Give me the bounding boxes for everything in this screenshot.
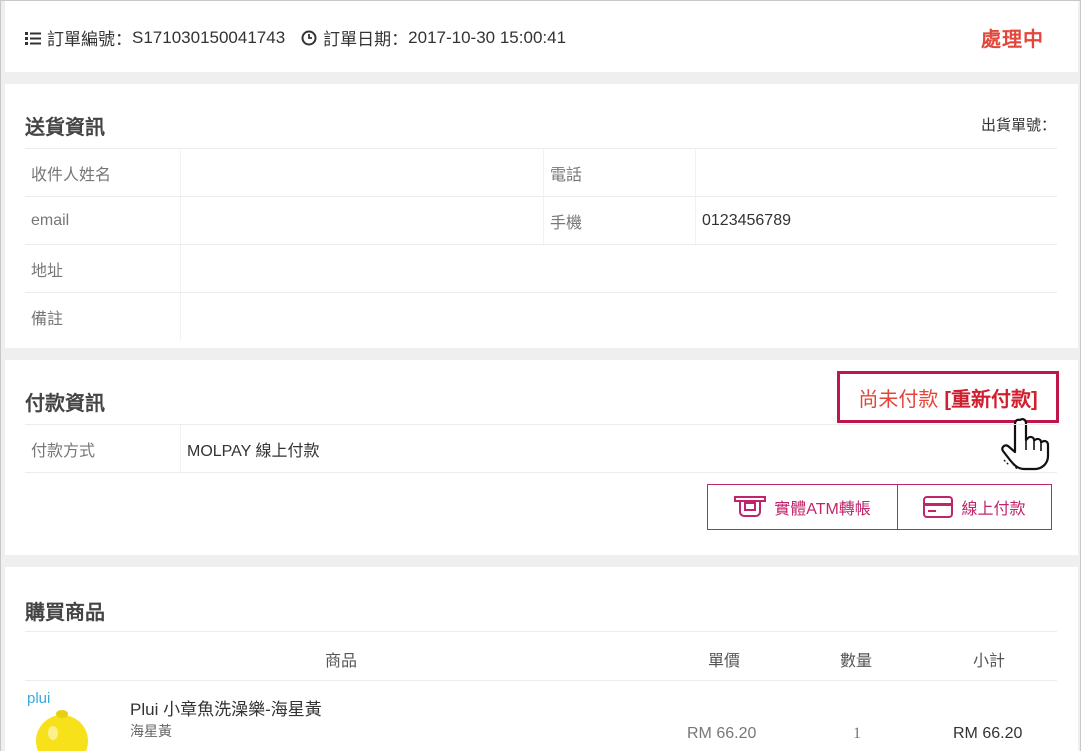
phone-label: 電話: [543, 149, 695, 196]
note-value: [180, 293, 1057, 340]
phone-value: [695, 149, 1057, 196]
payment-grid: 付款方式 MOLPAY 線上付款: [25, 424, 1057, 473]
product-name-link[interactable]: Plui 小章魚洗澡樂-海星黃: [130, 695, 322, 720]
product-quantity: 1: [853, 725, 861, 742]
items-title: 購買商品: [25, 602, 105, 624]
order-status: 處理中: [981, 29, 1044, 51]
product-thumbnail[interactable]: plui: [25, 689, 105, 751]
shipping-section: 送貨資訊 出貨單號： 收件人姓名 電話 email 手機 0123456789 …: [5, 84, 1078, 348]
items-section: 購買商品 商品 單價 數量 小計 plui Plui 小章魚洗澡樂-海星黃 海星…: [5, 567, 1078, 751]
payment-section: 付款資訊 尚未付款 [重新付款] 付款方式 MOLPAY 線上付款 實體ATM轉…: [5, 360, 1078, 555]
col-product: 商品: [325, 653, 358, 670]
order-date: 2017-10-30 15:00:41: [408, 27, 567, 47]
shipping-title: 送貨資訊: [25, 117, 105, 139]
shipment-no-label: 出貨單號：: [980, 117, 1056, 134]
unpaid-text: 尚未付款: [858, 388, 939, 411]
atm-icon: [734, 496, 767, 517]
order-header: 訂單編號： S171030150041743 訂單日期： 2017-10-30 …: [5, 1, 1078, 72]
shipping-row: email 手機 0123456789: [25, 196, 1057, 244]
order-detail-page: 訂單編號： S171030150041743 訂單日期： 2017-10-30 …: [0, 0, 1081, 751]
atm-transfer-button[interactable]: 實體ATM轉帳: [707, 484, 898, 530]
product-variant: 海星黃: [130, 723, 172, 739]
product-subtotal: RM 66.20: [953, 725, 1023, 742]
payment-buttons: 實體ATM轉帳 線上付款: [707, 484, 1052, 530]
address-label: 地址: [31, 262, 64, 280]
order-no: S171030150041743: [132, 27, 286, 47]
email-label: email: [31, 211, 70, 229]
brand-logo: plui: [27, 690, 50, 707]
table-row: plui Plui 小章魚洗澡樂-海星黃 海星黃 RM 66.20 1 RM 6…: [25, 679, 1057, 751]
address-value: [180, 245, 1057, 292]
note-label: 備註: [31, 310, 64, 328]
items-table-header: 商品 單價 數量 小計: [25, 631, 1057, 681]
product-unit-price: RM 66.20: [687, 725, 757, 742]
shipping-row: 收件人姓名 電話: [25, 148, 1057, 196]
atm-transfer-label: 實體ATM轉帳: [774, 501, 871, 518]
col-unit-price: 單價: [708, 653, 741, 670]
col-subtotal: 小計: [973, 653, 1006, 670]
mobile-value: 0123456789: [695, 197, 1057, 244]
order-meta: 訂單編號： S171030150041743 訂單日期： 2017-10-30 …: [25, 25, 566, 50]
recipient-value: [180, 149, 543, 196]
shipping-row: 備註: [25, 292, 1057, 340]
mobile-label: 手機: [543, 197, 695, 244]
recipient-label: 收件人姓名: [31, 166, 112, 184]
order-date-label: 訂單日期：: [323, 30, 409, 49]
col-quantity: 數量: [840, 653, 873, 670]
payment-method-value: MOLPAY 線上付款: [180, 425, 1057, 472]
shipping-row: 地址: [25, 244, 1057, 292]
online-payment-label: 線上付款: [961, 501, 1026, 518]
payment-title: 付款資訊: [25, 393, 105, 415]
payment-method-label: 付款方式: [31, 442, 96, 460]
payment-method-row: 付款方式 MOLPAY 線上付款: [25, 424, 1057, 473]
repay-link[interactable]: [重新付款]: [944, 383, 1037, 412]
credit-card-icon: [923, 496, 954, 518]
email-value: [180, 197, 543, 244]
order-no-label: 訂單編號：: [47, 30, 132, 49]
online-payment-button[interactable]: 線上付款: [898, 484, 1052, 530]
list-icon: [25, 31, 41, 45]
clock-icon: [301, 30, 317, 45]
shipping-grid: 收件人姓名 電話 email 手機 0123456789 地址 備註: [25, 148, 1057, 340]
